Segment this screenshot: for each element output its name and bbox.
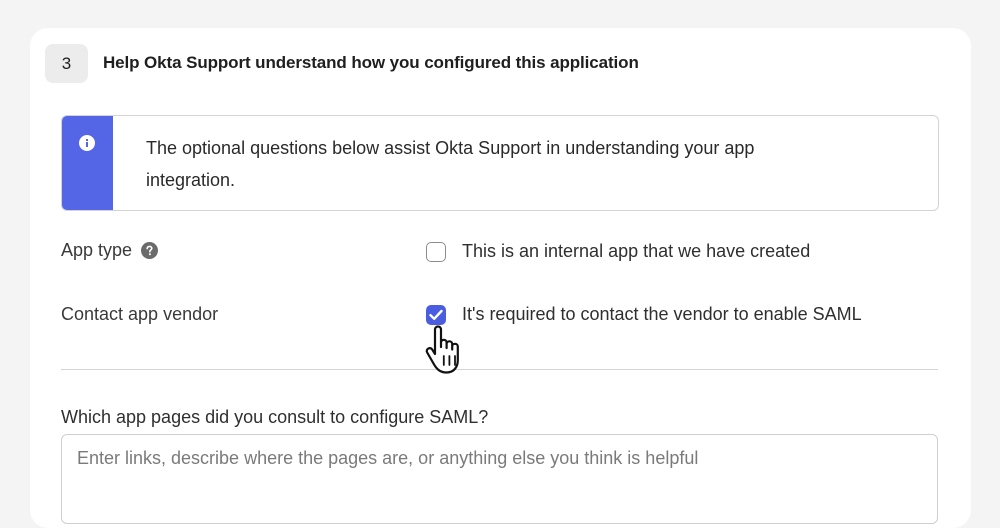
contact-vendor-checkbox-label[interactable]: It's required to contact the vendor to e… bbox=[462, 304, 862, 325]
step-title: Help Okta Support understand how you con… bbox=[103, 53, 639, 72]
callout-accent-bar bbox=[62, 116, 113, 210]
app-type-label-text: App type bbox=[61, 240, 133, 260]
callout-text: The optional questions below assist Okta… bbox=[146, 138, 755, 190]
app-type-label: App type bbox=[61, 240, 159, 261]
question-circle-icon[interactable] bbox=[141, 242, 159, 259]
info-callout: The optional questions below assist Okta… bbox=[61, 115, 939, 211]
checkmark-icon bbox=[429, 309, 443, 320]
configuration-card: 3 Help Okta Support understand how you c… bbox=[30, 28, 971, 528]
hand-pointer-icon bbox=[425, 325, 459, 374]
internal-app-checkbox[interactable] bbox=[426, 242, 446, 262]
contact-vendor-label-text: Contact app vendor bbox=[61, 304, 219, 324]
contact-vendor-label: Contact app vendor bbox=[61, 304, 218, 325]
saml-pages-textarea[interactable] bbox=[61, 434, 938, 524]
step-number: 3 bbox=[61, 53, 72, 73]
info-icon bbox=[79, 135, 95, 151]
section-divider bbox=[61, 369, 938, 370]
internal-app-checkbox-label[interactable]: This is an internal app that we have cre… bbox=[462, 241, 810, 262]
step-number-badge: 3 bbox=[45, 44, 88, 83]
contact-vendor-checkbox[interactable] bbox=[426, 305, 446, 325]
saml-pages-question-label: Which app pages did you consult to confi… bbox=[61, 407, 489, 427]
